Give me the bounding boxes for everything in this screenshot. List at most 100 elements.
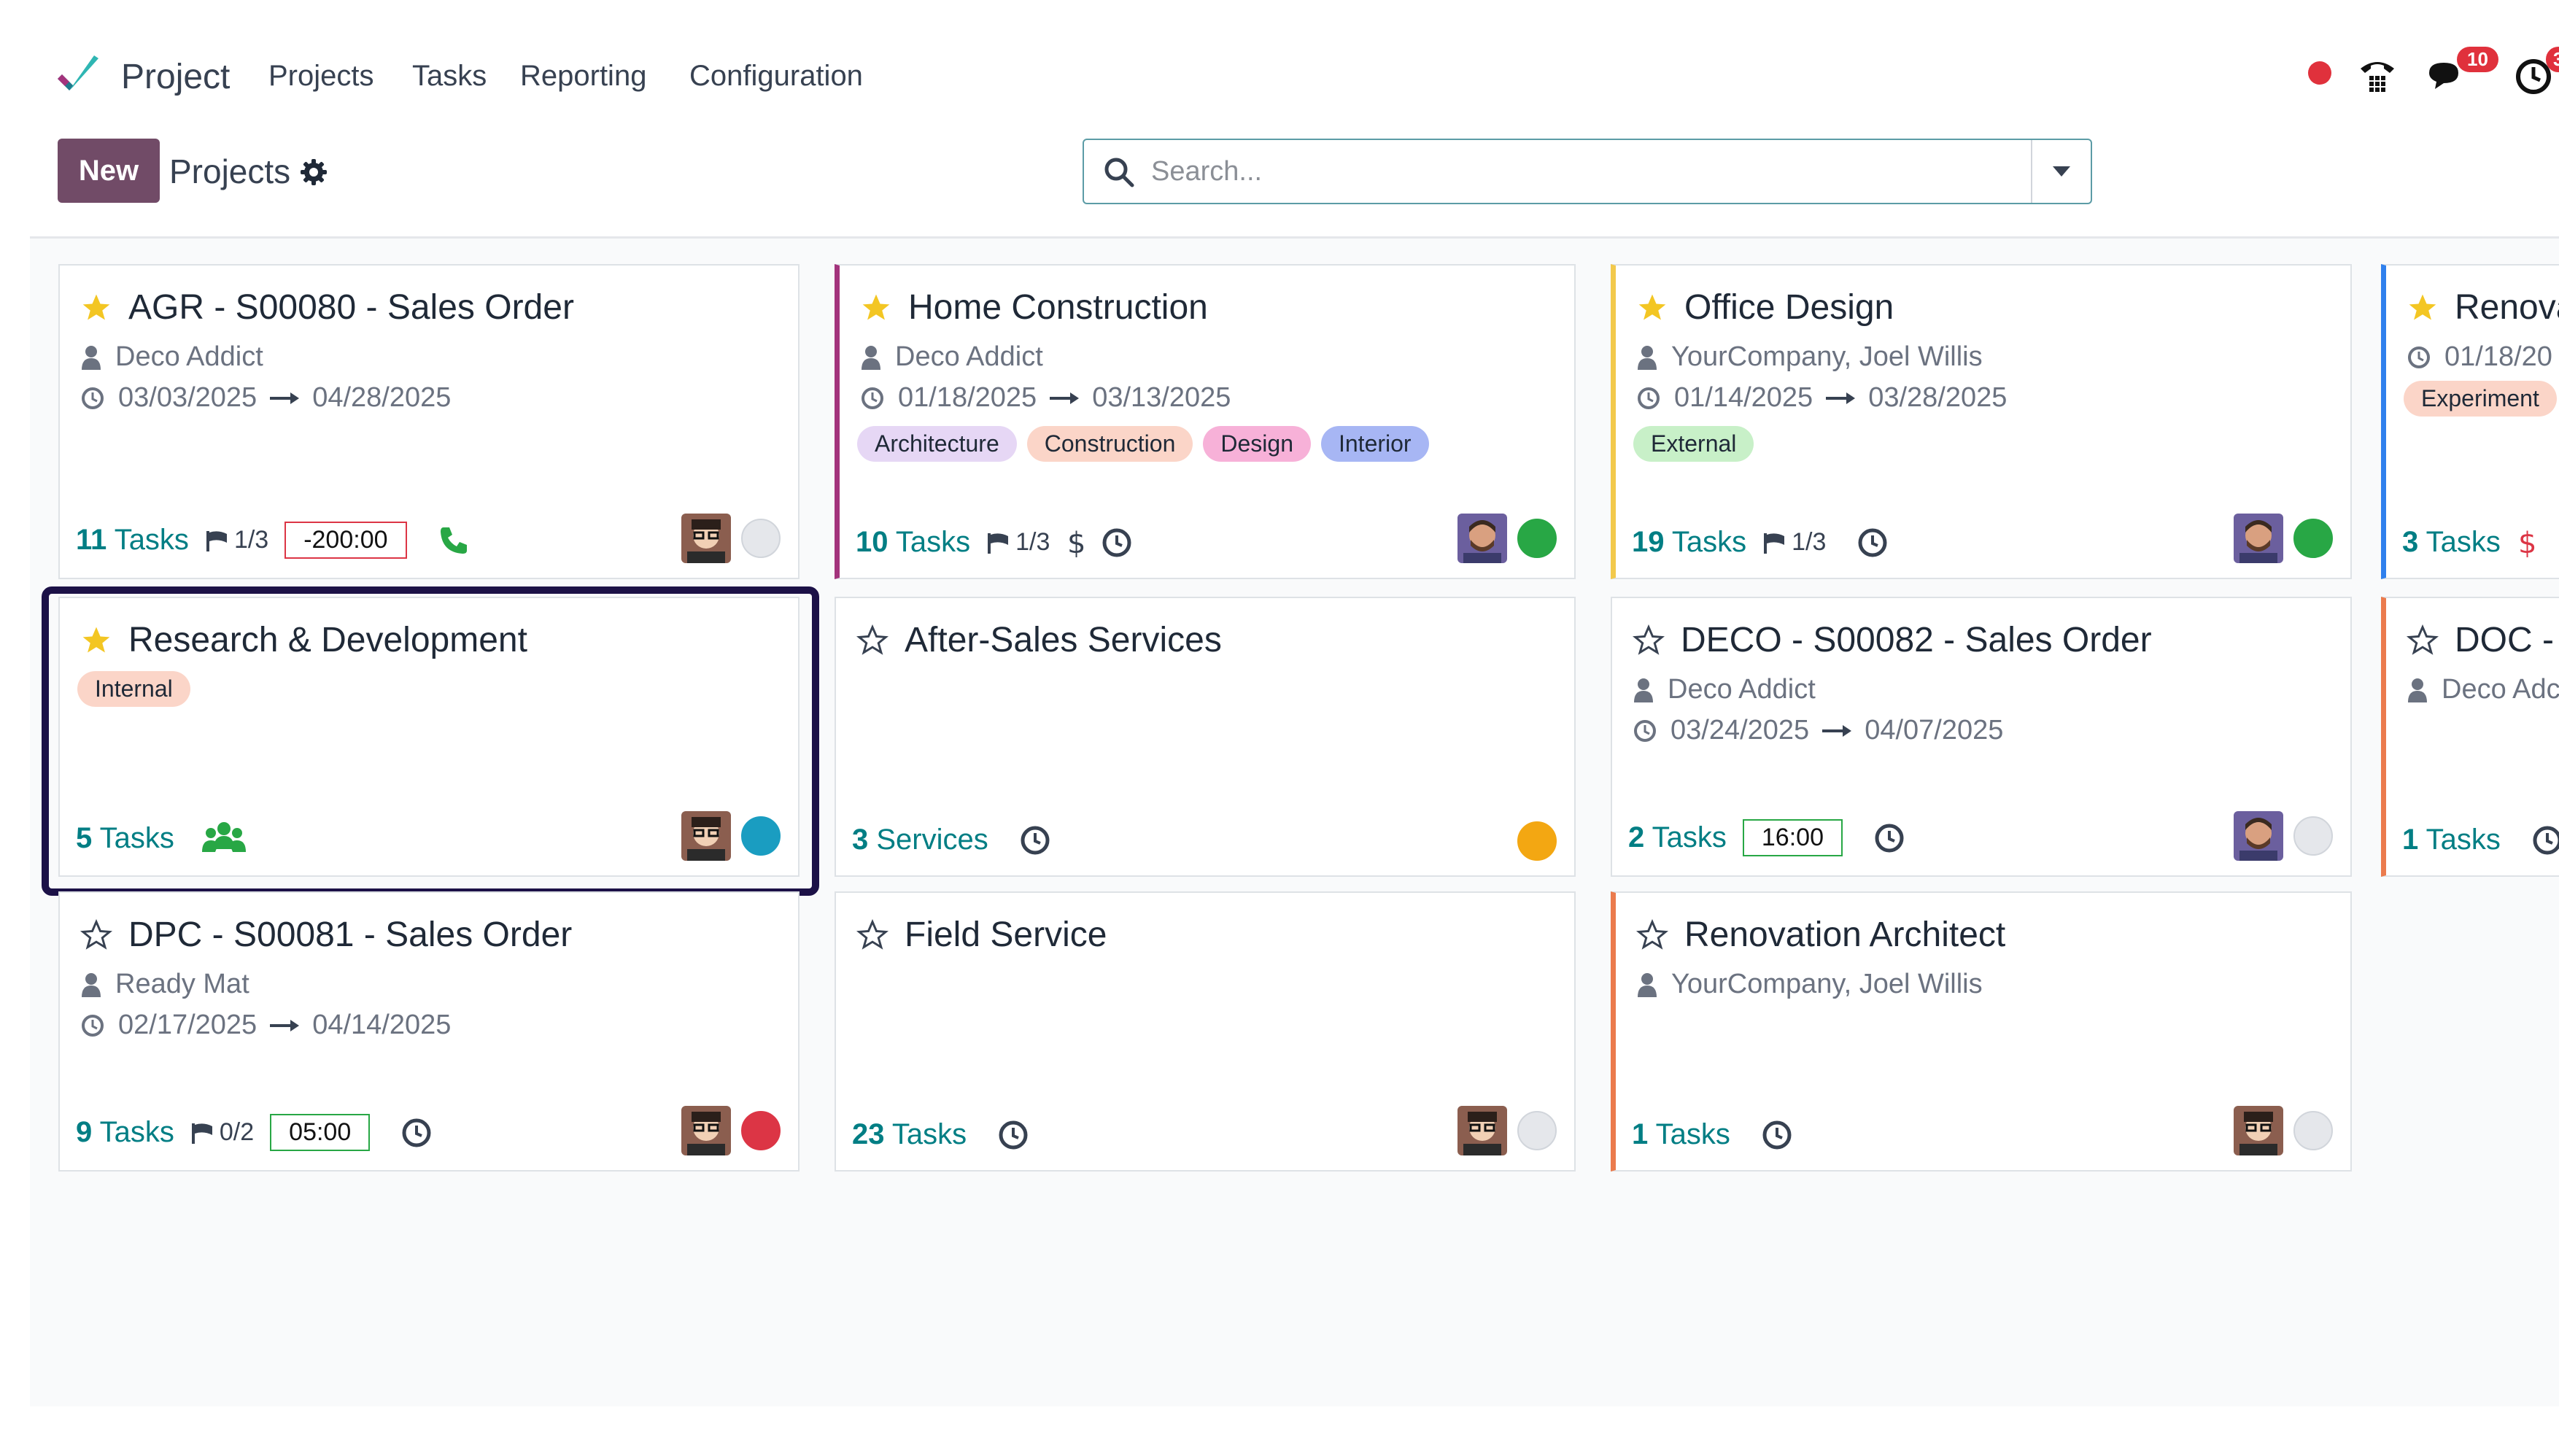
favorite-star-icon[interactable] <box>80 292 112 324</box>
user-icon <box>1638 972 1657 997</box>
dollar-icon[interactable]: $ <box>2517 527 2536 559</box>
project-app-logo-icon[interactable] <box>53 54 104 98</box>
clock-icon <box>862 387 883 409</box>
milestone-indicator: 1/3 <box>1762 528 1826 557</box>
date-start: 03/24/2025 <box>1670 715 1810 746</box>
messages-badge: 10 <box>2457 47 2498 72</box>
favorite-star-outline-icon[interactable] <box>80 918 112 951</box>
phone-call-icon[interactable] <box>438 524 470 557</box>
project-card-research-development[interactable]: Research & Development Internal 5 Tasks <box>58 597 800 877</box>
status-indicator[interactable] <box>2293 816 2333 856</box>
favorite-star-icon[interactable] <box>860 292 892 324</box>
tasks-link[interactable]: 3 Tasks <box>2402 526 2501 559</box>
status-indicator[interactable] <box>1517 519 1557 558</box>
arrow-right-icon <box>270 392 300 404</box>
activity-clock-icon[interactable] <box>1873 822 1905 854</box>
date-start: 02/17/2025 <box>118 1010 258 1040</box>
date-end: 03/28/2025 <box>1868 382 2008 413</box>
tasks-link[interactable]: 19 Tasks <box>1632 526 1746 559</box>
favorite-star-outline-icon[interactable] <box>856 918 889 951</box>
date-end: 04/14/2025 <box>312 1010 452 1040</box>
favorite-star-icon[interactable] <box>2407 292 2439 324</box>
project-title: AGR - S00080 - Sales Order <box>128 288 574 327</box>
gear-icon[interactable] <box>299 158 328 187</box>
project-title: Home Construction <box>908 288 1208 327</box>
project-card-agr[interactable]: AGR - S00080 - Sales Order Deco Addict 0… <box>58 264 800 579</box>
tasks-link[interactable]: 11 Tasks <box>76 524 189 557</box>
favorite-star-icon[interactable] <box>80 624 112 657</box>
project-card-after-sales-services[interactable]: After-Sales Services 3 Services <box>835 597 1576 877</box>
favorite-star-outline-icon[interactable] <box>856 624 889 657</box>
dollar-icon[interactable]: $ <box>1066 527 1085 559</box>
project-title: DPC - S00081 - Sales Order <box>128 915 573 954</box>
favorite-star-outline-icon[interactable] <box>2407 624 2439 657</box>
flag-icon <box>988 533 1009 554</box>
project-card-renovations[interactable]: Renova 01/18/20 Experiment 3 Tasks $ <box>2381 264 2559 579</box>
project-card-deco[interactable]: DECO - S00082 - Sales Order Deco Addict … <box>1611 597 2352 877</box>
avatar[interactable] <box>2234 811 2283 861</box>
status-indicator[interactable] <box>1517 1111 1557 1150</box>
user-icon <box>2408 678 2427 702</box>
avatar[interactable] <box>1457 1106 1507 1155</box>
activity-clock-icon[interactable] <box>400 1117 433 1149</box>
app-name[interactable]: Project <box>121 57 230 97</box>
menu-projects[interactable]: Projects <box>268 60 374 93</box>
status-indicator[interactable] <box>741 1111 781 1150</box>
status-indicator[interactable] <box>741 519 781 558</box>
tasks-link[interactable]: 2 Tasks <box>1628 821 1727 854</box>
status-indicator[interactable] <box>1517 821 1557 861</box>
tasks-link[interactable]: 1 Tasks <box>1632 1118 1730 1151</box>
tag-internal: Internal <box>77 671 190 707</box>
svg-text:$: $ <box>2518 527 2536 559</box>
menu-tasks[interactable]: Tasks <box>412 60 487 93</box>
avatar[interactable] <box>681 1106 731 1155</box>
activity-clock-icon[interactable] <box>1019 824 1051 856</box>
team-users-icon[interactable] <box>201 820 246 856</box>
project-customer: Deco Adc <box>2442 674 2559 705</box>
project-card-office-design[interactable]: Office Design YourCompany, Joel Willis 0… <box>1611 264 2352 579</box>
new-button[interactable]: New <box>58 139 160 203</box>
project-card-doc[interactable]: DOC - S Deco Adc 1 Tasks <box>2381 597 2559 877</box>
avatar[interactable] <box>1457 514 1507 563</box>
project-title: Renovation Architect <box>1684 915 2006 954</box>
project-title: DECO - S00082 - Sales Order <box>1681 621 2152 659</box>
menu-reporting[interactable]: Reporting <box>520 60 646 93</box>
date-start: 03/03/2025 <box>118 382 258 413</box>
milestone-indicator: 1/3 <box>205 526 268 554</box>
activity-clock-icon[interactable] <box>1101 527 1133 559</box>
project-card-home-construction[interactable]: Home Construction Deco Addict 01/18/2025… <box>835 264 1576 579</box>
tasks-link[interactable]: 23 Tasks <box>852 1118 967 1151</box>
status-dot-icon[interactable] <box>2307 60 2333 86</box>
phone-icon[interactable] <box>2358 55 2397 95</box>
activity-clock-icon[interactable] <box>2531 824 2559 856</box>
tasks-link[interactable]: 1 Tasks <box>2402 824 2501 856</box>
favorite-star-icon[interactable] <box>1636 292 1668 324</box>
project-customer: Deco Addict <box>1668 674 1816 705</box>
activity-clock-icon[interactable] <box>997 1119 1029 1151</box>
menu-configuration[interactable]: Configuration <box>689 60 863 93</box>
project-card-dpc[interactable]: DPC - S00081 - Sales Order Ready Mat 02/… <box>58 891 800 1172</box>
search-input[interactable] <box>1151 153 1954 190</box>
avatar[interactable] <box>2234 1106 2283 1155</box>
tasks-link[interactable]: 9 Tasks <box>76 1116 174 1149</box>
search-options-toggle[interactable] <box>2032 140 2091 203</box>
status-indicator[interactable] <box>741 816 781 856</box>
time-remaining: -200:00 <box>284 522 407 559</box>
favorite-star-outline-icon[interactable] <box>1633 624 1665 657</box>
clock-icon <box>1638 387 1660 409</box>
project-card-field-service[interactable]: Field Service 23 Tasks <box>835 891 1576 1172</box>
tasks-link[interactable]: 5 Tasks <box>76 822 174 855</box>
project-card-renovation-architect[interactable]: Renovation Architect YourCompany, Joel W… <box>1611 891 2352 1172</box>
tasks-link[interactable]: 10 Tasks <box>856 526 970 559</box>
tasks-link[interactable]: 3 Services <box>852 824 988 856</box>
avatar[interactable] <box>681 811 731 861</box>
status-indicator[interactable] <box>2293 1111 2333 1150</box>
favorite-star-outline-icon[interactable] <box>1636 918 1668 951</box>
avatar[interactable] <box>2234 514 2283 563</box>
top-navbar: Project Projects Tasks Reporting Configu… <box>0 0 2559 146</box>
avatar[interactable] <box>681 514 731 563</box>
activity-clock-icon[interactable] <box>1857 527 1889 559</box>
tag-experiment: Experiment <box>2404 381 2557 417</box>
status-indicator[interactable] <box>2293 519 2333 558</box>
activity-clock-icon[interactable] <box>1761 1119 1793 1151</box>
